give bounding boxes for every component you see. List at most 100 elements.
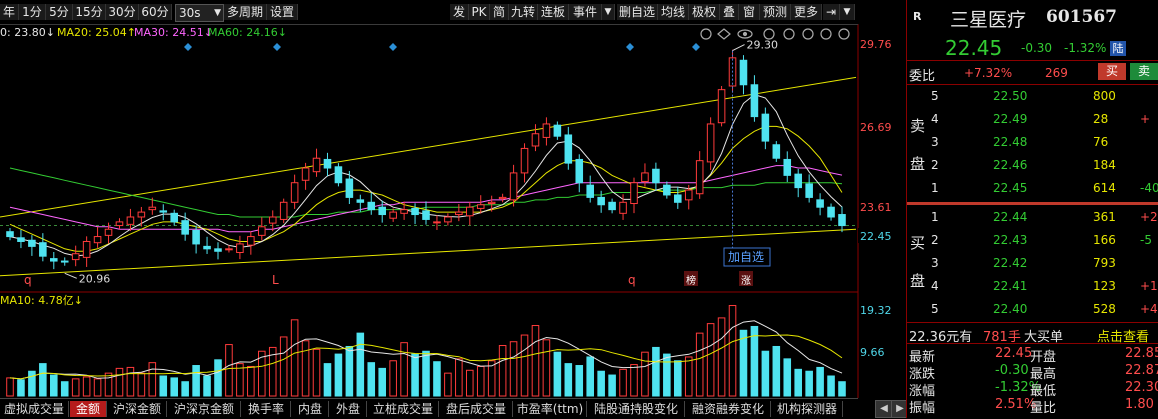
add-watch-label: 加自选	[728, 250, 764, 264]
indicator-tabs: 虚拟成交量 金额 沪深金额 沪深京金额 换手率 内盘 外盘 立桩成交量 盘后成交量 市盈率(ttm…	[0, 398, 858, 419]
bid-row-price: 22.44	[993, 210, 1028, 224]
remove-watch-button[interactable]: 删自选	[617, 4, 658, 20]
volume-bar	[290, 319, 299, 397]
overlay-button[interactable]: 叠	[720, 4, 739, 20]
ma-lines-button[interactable]: 均线	[658, 4, 689, 20]
toolbar-jian[interactable]: 简	[490, 4, 509, 20]
bid-row-price: 22.41	[993, 279, 1028, 293]
volume-bar	[137, 372, 146, 397]
volume-bar	[794, 368, 802, 397]
toolbar-dropdown-icon[interactable]: ▼	[840, 4, 855, 20]
candle-body	[389, 211, 397, 219]
bid-row-level: 4	[931, 279, 939, 293]
bid-row-volume: 528	[1093, 302, 1116, 316]
indicator-tab[interactable]: 虚拟成交量	[0, 401, 69, 417]
candle-body	[783, 158, 792, 176]
window-button[interactable]: 窗	[739, 4, 760, 20]
volume-bar	[170, 377, 178, 397]
bid-row-price: 22.43	[993, 233, 1028, 247]
volume-bar	[476, 365, 485, 397]
indicator-tab[interactable]: 沪深京金额	[168, 401, 241, 417]
more-button[interactable]: 更多	[791, 4, 822, 20]
volume-bar	[378, 367, 386, 397]
volume-bar	[203, 375, 211, 397]
toolbar-pk[interactable]: PK	[469, 4, 490, 20]
stat-label: 振幅	[909, 401, 936, 416]
volume-bar	[509, 341, 518, 397]
candle-body	[422, 210, 430, 220]
indicator-tab[interactable]: 机构探测器	[772, 401, 843, 417]
volume-bar	[39, 363, 47, 397]
candle-body	[104, 228, 113, 236]
indicator-tab[interactable]: 融资融券变化	[686, 401, 771, 417]
stat-value: 22.87	[1125, 363, 1158, 378]
candle-body	[652, 168, 660, 184]
indicator-tab[interactable]: 换手率	[242, 401, 291, 417]
candle-body	[663, 184, 671, 196]
period-1min[interactable]: 1分	[19, 4, 46, 20]
toolbar-lianban[interactable]: 连板	[538, 4, 569, 20]
volume-bar	[159, 375, 168, 397]
volume-bar	[564, 363, 573, 397]
indicator-tab[interactable]: 内盘	[292, 401, 329, 417]
volume-bar	[323, 363, 332, 397]
volume-bar	[706, 323, 715, 397]
ask-side-label-2: 盘	[910, 155, 926, 173]
multi-period-button[interactable]: 多周期	[224, 4, 267, 20]
volume-bar	[455, 358, 463, 397]
indicator-tab[interactable]: 市盈率(ttm)	[514, 401, 587, 417]
volume-bar	[728, 305, 737, 397]
indicator-tab[interactable]: 沪深金额	[108, 401, 167, 417]
ask-row-change: +	[1140, 112, 1151, 126]
toolbar-fa[interactable]: 发	[450, 4, 469, 20]
toolbar-jiuzhuan[interactable]: 九转	[509, 4, 538, 20]
period-15min[interactable]: 15分	[73, 4, 106, 20]
bid-row-change: +1	[1140, 279, 1158, 293]
period-year[interactable]: 年	[0, 4, 19, 20]
ask-row-change: -40	[1140, 181, 1158, 195]
ma20-legend: MA20: 25.04↑	[57, 26, 136, 39]
candle-body	[334, 166, 343, 184]
period-5min[interactable]: 5分	[46, 4, 73, 20]
period-select[interactable]: 30s ▼	[175, 4, 224, 22]
indicator-tab[interactable]: 陆股通持股变化	[588, 401, 685, 417]
candle-body	[378, 206, 386, 216]
indicator-tab[interactable]: 外盘	[330, 401, 367, 417]
ask-row-volume: 800	[1093, 89, 1116, 103]
indicator-tab[interactable]: 盘后成交量	[440, 401, 513, 417]
sell-button[interactable]: 卖	[1130, 63, 1158, 80]
volume-bar	[520, 334, 529, 397]
indicator-tab[interactable]: 金额	[70, 401, 107, 417]
candle-body	[564, 134, 573, 164]
candle-body	[60, 260, 69, 263]
indicator-tab[interactable]: 立桩成交量	[368, 401, 439, 417]
toolbar-events[interactable]: 事件	[569, 4, 602, 20]
forecast-button[interactable]: 预测	[760, 4, 791, 20]
candle-body	[126, 216, 135, 225]
volume-bar	[542, 339, 551, 397]
adjust-rights-button[interactable]: 极权	[689, 4, 720, 20]
buy-button[interactable]: 买	[1098, 63, 1126, 80]
candle-body	[290, 182, 299, 203]
ask-row-price: 22.46	[993, 158, 1028, 172]
candle-body	[761, 113, 770, 142]
candle-body	[553, 124, 562, 137]
stat-value: -0.30	[995, 363, 1029, 378]
collapse-panel-icon[interactable]: ⇥	[823, 4, 840, 20]
volume-bar	[838, 381, 846, 397]
kline-chart[interactable]: 29.30 20.96 加自选 q Lq 榜 涨 0: 23.80↓ MA20: 25.04…	[0, 0, 906, 398]
events-dropdown-icon[interactable]: ▼	[602, 4, 615, 20]
volume-bar	[597, 370, 605, 397]
ma60-legend: MA60: 24.16↓	[208, 26, 287, 39]
stat-value: 1.80	[1125, 397, 1154, 412]
candle-body	[455, 211, 463, 216]
settings-button[interactable]: 设置	[267, 4, 298, 20]
volume-bar	[411, 353, 419, 397]
period-60min[interactable]: 60分	[139, 4, 172, 20]
candle-body	[597, 196, 605, 206]
period-30min[interactable]: 30分	[106, 4, 139, 20]
candle-body	[71, 253, 80, 261]
volume-bar	[531, 325, 540, 397]
event-marker: q	[24, 273, 32, 287]
candle-body	[608, 201, 616, 211]
